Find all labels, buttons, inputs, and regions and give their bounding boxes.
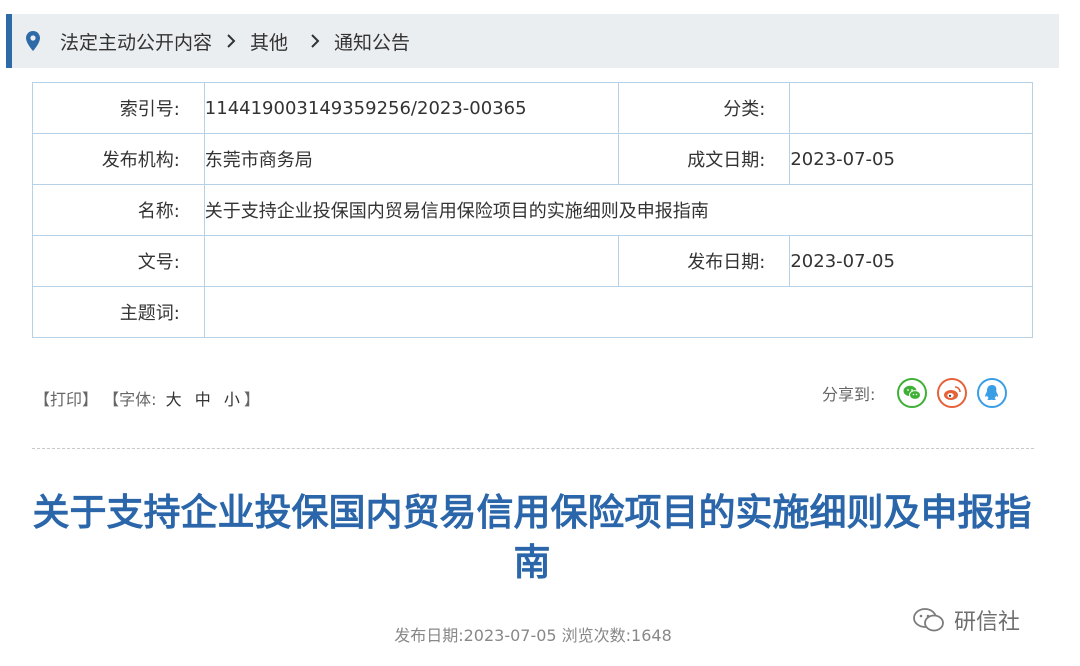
table-row: 主题词: bbox=[32, 286, 1034, 338]
doc-number-value bbox=[203, 235, 619, 287]
share-bar: 分享到: bbox=[822, 378, 1017, 408]
article-tools: 【打印】 【字体: 大 中 小】 bbox=[34, 386, 260, 410]
table-row: 文号: 发布日期: 2023-07-05 bbox=[32, 235, 1033, 287]
chevron-right-icon bbox=[226, 34, 236, 48]
print-button[interactable]: 【打印】 bbox=[34, 390, 98, 409]
table-row: 发布机构: 东莞市商务局 成文日期: 2023-07-05 bbox=[32, 133, 1033, 185]
article-title: 关于支持企业投保国内贸易信用保险项目的实施细则及申报指南 bbox=[32, 491, 1032, 584]
doc-number-label: 文号: bbox=[32, 235, 205, 287]
issuer-label: 发布机构: bbox=[32, 133, 205, 185]
article-info: 发布日期:2023-07-05 浏览次数:1648 bbox=[394, 626, 672, 645]
watermark-text: 研信社 bbox=[954, 610, 1021, 635]
watermark: 研信社 bbox=[912, 604, 1020, 636]
wechat-official-account-icon bbox=[913, 608, 944, 632]
qq-icon[interactable] bbox=[977, 378, 1008, 408]
table-row: 名称: 关于支持企业投保国内贸易信用保险项目的实施细则及申报指南 bbox=[32, 184, 1034, 236]
chevron-right-icon bbox=[310, 34, 320, 48]
breadcrumb-item-notices[interactable]: 通知公告 bbox=[334, 28, 410, 55]
issuer-value: 东莞市商务局 bbox=[203, 133, 619, 185]
dashed-divider bbox=[32, 448, 1034, 449]
subject-label: 主题词: bbox=[32, 286, 205, 338]
breadcrumb: 法定主动公开内容 其他 通知公告 bbox=[6, 14, 1059, 68]
name-label: 名称: bbox=[32, 184, 205, 236]
font-size-large-button[interactable]: 大 bbox=[166, 390, 182, 409]
location-pin-icon bbox=[26, 30, 44, 52]
category-value bbox=[789, 82, 1033, 134]
category-label: 分类: bbox=[617, 82, 791, 134]
written-date-label: 成文日期: bbox=[617, 133, 791, 185]
subject-value bbox=[203, 286, 1034, 338]
share-label: 分享到: bbox=[822, 385, 876, 404]
table-row: 索引号: 114419003149359256/2023-00365 分类: bbox=[32, 82, 1033, 134]
font-size-medium-button[interactable]: 中 bbox=[195, 390, 211, 409]
publish-date-label: 发布日期: bbox=[617, 235, 791, 287]
font-size-suffix: 】 bbox=[243, 390, 260, 409]
wechat-icon[interactable] bbox=[897, 378, 928, 408]
index-value: 114419003149359256/2023-00365 bbox=[203, 82, 619, 134]
written-date-value: 2023-07-05 bbox=[789, 133, 1033, 185]
weibo-icon[interactable] bbox=[937, 378, 968, 408]
font-size-prefix: 【字体: bbox=[103, 390, 157, 409]
publish-date-value: 2023-07-05 bbox=[789, 235, 1033, 287]
document-metadata-table: 索引号: 114419003149359256/2023-00365 分类: 发… bbox=[32, 82, 1034, 338]
breadcrumb-item-public-content[interactable]: 法定主动公开内容 bbox=[60, 28, 212, 55]
font-size-small-button[interactable]: 小 bbox=[224, 390, 240, 409]
breadcrumb-item-other[interactable]: 其他 bbox=[250, 28, 288, 55]
name-value: 关于支持企业投保国内贸易信用保险项目的实施细则及申报指南 bbox=[203, 184, 1034, 236]
index-label: 索引号: bbox=[32, 82, 205, 134]
